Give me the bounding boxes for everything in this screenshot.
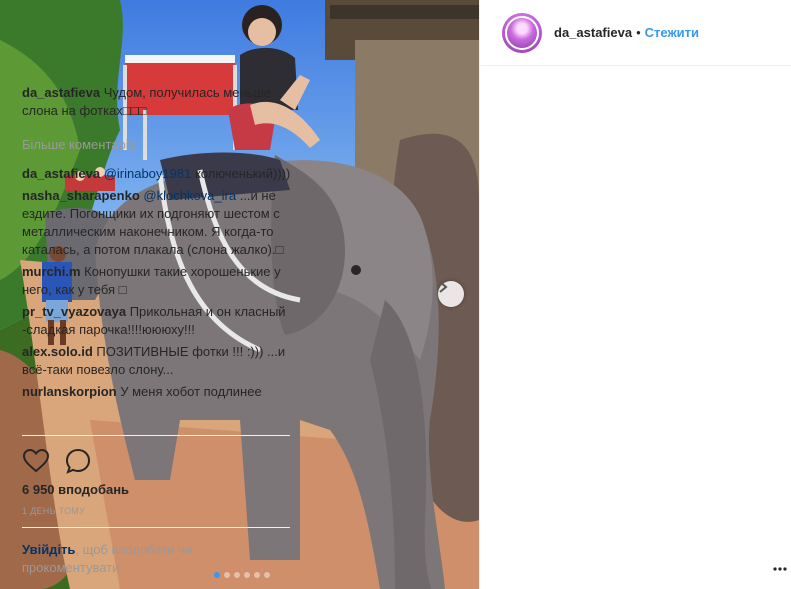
divider <box>22 527 290 528</box>
comment-username[interactable]: da_astafieva <box>22 166 100 181</box>
avatar[interactable] <box>502 12 542 53</box>
carousel-dot <box>254 572 260 578</box>
comment-username[interactable]: murchi.m <box>22 264 81 279</box>
separator-dot: • <box>636 25 641 40</box>
comment-item: alex.solo.id ПОЗИТИВНЫЕ фотки !!! :))) .… <box>22 343 294 379</box>
more-options-icon <box>773 567 787 571</box>
heart-icon <box>23 449 49 473</box>
chevron-right-icon <box>439 281 448 293</box>
comment-item: nasha_sharapenko @klochkova_ira ...и не … <box>22 187 294 259</box>
comment-icon <box>65 448 91 474</box>
post-author-username[interactable]: da_astafieva <box>554 25 632 40</box>
post-actions <box>22 447 92 475</box>
post-header: da_astafieva • Стежити <box>480 0 791 66</box>
comment-item: pr_tv_vyazovaya Прикольная и он класный … <box>22 303 294 339</box>
login-link[interactable]: Увійдіть <box>22 542 75 557</box>
follow-button[interactable]: Стежити <box>645 25 699 40</box>
comment-username[interactable]: alex.solo.id <box>22 344 93 359</box>
next-photo-button[interactable] <box>438 281 464 307</box>
login-prompt: Увійдіть, щоб вподобати чи прокоментуват… <box>22 541 252 577</box>
post-caption: da_astafieva Чудом, получилась меньше сл… <box>22 84 294 120</box>
caption-username[interactable]: da_astafieva <box>22 85 100 100</box>
comment-item: murchi.m Конопушки такие хорошенькие у н… <box>22 263 294 299</box>
likes-count[interactable]: 6 950 вподобань <box>22 482 129 497</box>
post-details-panel: da_astafieva • Стежити <box>479 0 791 589</box>
comments-list: da_astafieva Чудом, получилась меньше сл… <box>22 84 294 405</box>
like-button[interactable] <box>22 447 50 475</box>
comment-item: nurlanskorpion У меня хобот подлинее <box>22 383 294 401</box>
comment-mention[interactable]: @klochkova_ira <box>143 188 236 203</box>
comment-username[interactable]: nasha_sharapenko <box>22 188 140 203</box>
more-options-button[interactable] <box>773 558 787 576</box>
comment-button[interactable] <box>64 447 92 475</box>
comment-text: колюченький)))) <box>191 166 291 181</box>
comment-text: У меня хобот подлинее <box>116 384 262 399</box>
comment-username[interactable]: pr_tv_vyazovaya <box>22 304 126 319</box>
post-timestamp: 1 ДЕНЬ ТОМУ <box>22 506 86 516</box>
carousel-dot <box>264 572 270 578</box>
divider <box>22 435 290 436</box>
comment-item: da_astafieva @irinaboy1981 колюченький))… <box>22 165 294 183</box>
avatar-image <box>505 15 539 50</box>
comment-mention[interactable]: @irinaboy1981 <box>104 166 192 181</box>
comment-username[interactable]: nurlanskorpion <box>22 384 117 399</box>
load-more-comments-link[interactable]: Більше коментарів <box>22 136 294 154</box>
